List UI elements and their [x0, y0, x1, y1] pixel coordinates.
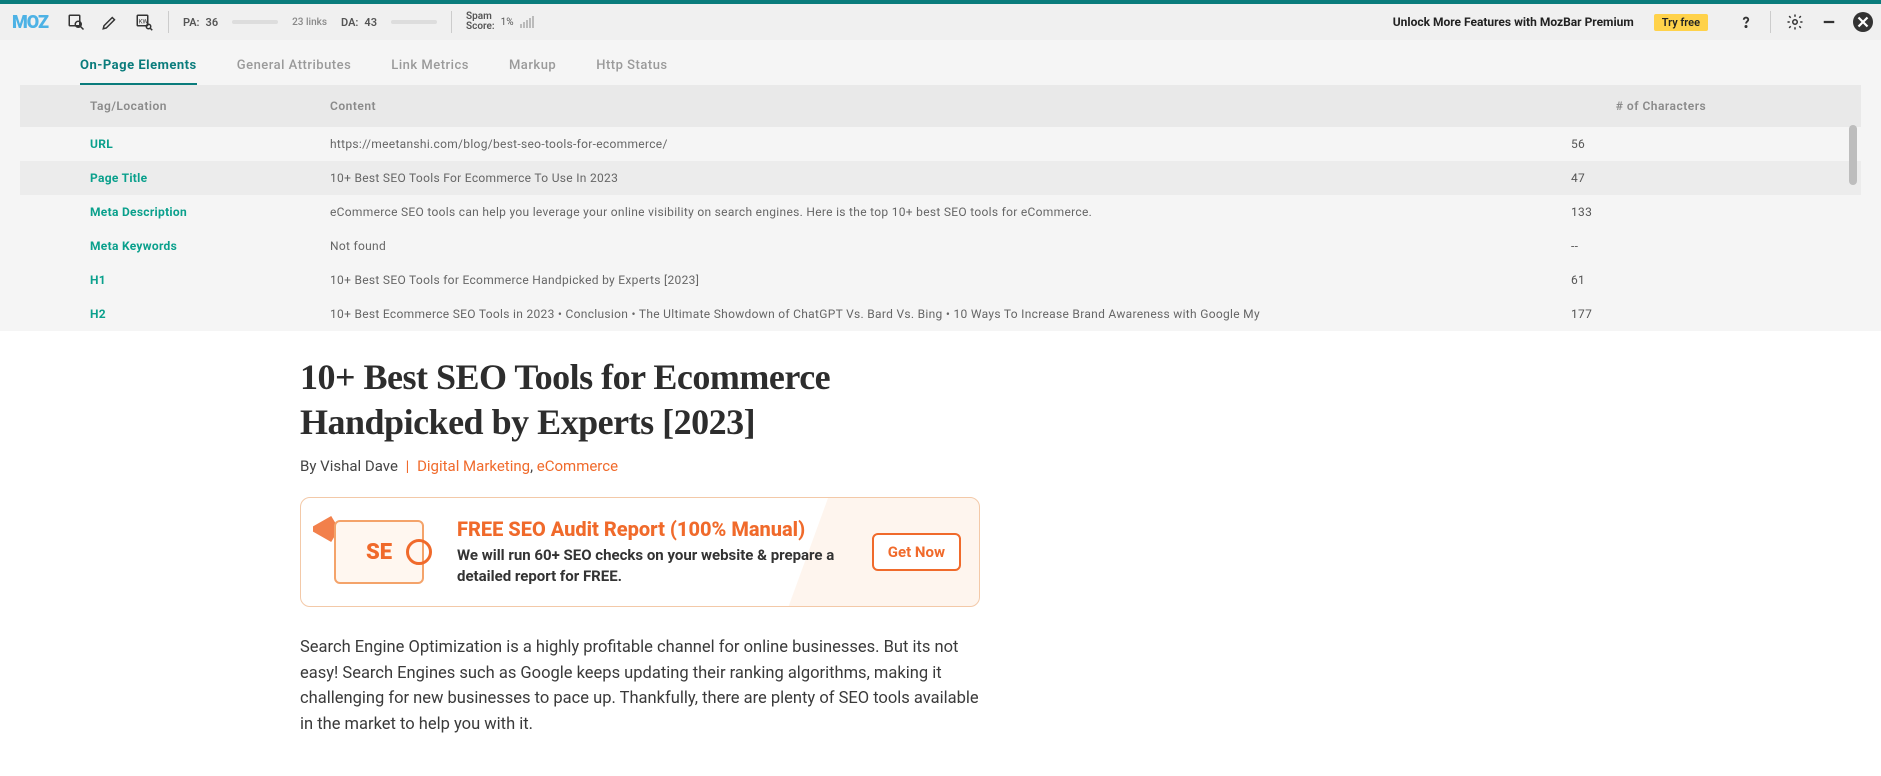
try-free-button[interactable]: Try free: [1654, 14, 1708, 31]
seo-audit-cta: SE FREE SEO Audit Report (100% Manual) W…: [300, 497, 980, 607]
article-content: 10+ Best SEO Tools for Ecommerce Handpic…: [300, 355, 980, 737]
article-byline: By Vishal Dave | Digital Marketing, eCom…: [300, 457, 980, 475]
spam-score-metric: SpamScore: 1%: [466, 12, 534, 32]
table-row: Meta Keywords Not found --: [20, 229, 1861, 263]
pa-value: 36: [206, 16, 219, 29]
da-value: 43: [364, 16, 377, 29]
domain-authority-metric: DA: 43: [341, 16, 377, 29]
table-row: URL https://meetanshi.com/blog/best-seo-…: [20, 127, 1861, 161]
row-tag: H2: [90, 307, 330, 321]
category-link-2[interactable]: eCommerce: [537, 457, 618, 475]
row-content: Not found: [330, 239, 1531, 253]
header-content: Content: [330, 99, 1531, 113]
tab-link-metrics[interactable]: Link Metrics: [391, 58, 469, 85]
row-chars: 47: [1531, 171, 1791, 185]
panel-scrollbar[interactable]: [1849, 125, 1857, 185]
tab-general-attributes[interactable]: General Attributes: [237, 58, 352, 85]
header-characters: # of Characters: [1531, 99, 1791, 113]
row-content: 10+ Best SEO Tools For Ecommerce To Use …: [330, 171, 1531, 185]
get-now-button[interactable]: Get Now: [872, 533, 961, 571]
tab-markup[interactable]: Markup: [509, 58, 556, 85]
spam-value: 1%: [501, 17, 514, 28]
spam-bars-icon: [520, 16, 534, 28]
separator: [451, 11, 452, 33]
elements-table: Tag/Location Content # of Characters URL…: [20, 85, 1861, 331]
row-content: https://meetanshi.com/blog/best-seo-tool…: [330, 137, 1531, 151]
category-link-1[interactable]: Digital Marketing: [417, 457, 530, 475]
tab-on-page-elements[interactable]: On-Page Elements: [80, 58, 197, 85]
table-row: Page Title 10+ Best SEO Tools For Ecomme…: [20, 161, 1861, 195]
table-header-row: Tag/Location Content # of Characters: [20, 85, 1861, 127]
separator: [1770, 11, 1771, 33]
row-content: 10+ Best Ecommerce SEO Tools in 2023 • C…: [330, 307, 1531, 321]
highlight-icon[interactable]: [100, 12, 120, 32]
cta-title: FREE SEO Audit Report (100% Manual): [457, 517, 854, 541]
row-tag: URL: [90, 137, 330, 151]
row-tag: Page Title: [90, 171, 330, 185]
row-content: eCommerce SEO tools can help you leverag…: [330, 205, 1531, 219]
cta-subtitle: We will run 60+ SEO checks on your websi…: [457, 545, 854, 587]
page-authority-metric: PA: 36: [183, 16, 218, 29]
category-separator: ,: [530, 457, 537, 475]
article-title: 10+ Best SEO Tools for Ecommerce Handpic…: [300, 355, 980, 445]
pa-bar: [232, 20, 278, 24]
keyword-icon[interactable]: KW: [134, 12, 154, 32]
panel-tabs: On-Page Elements General Attributes Link…: [0, 40, 1881, 85]
row-chars: --: [1531, 239, 1791, 253]
mozbar-toolbar: MOZ KW PA: 36 23 links DA: 43 SpamScore:…: [0, 0, 1881, 40]
author-name: Vishal Dave: [320, 457, 398, 475]
header-tag-location: Tag/Location: [90, 99, 330, 113]
row-chars: 177: [1531, 307, 1791, 321]
cta-illustration: SE: [319, 512, 439, 592]
minimize-icon[interactable]: [1819, 12, 1839, 32]
byline-prefix: By: [300, 457, 320, 475]
separator: [168, 11, 169, 33]
settings-icon[interactable]: [1785, 12, 1805, 32]
page-analysis-icon[interactable]: [66, 12, 86, 32]
pa-label: PA:: [183, 16, 200, 29]
byline-separator: |: [406, 457, 410, 475]
seo-box-icon: SE: [334, 520, 424, 584]
close-icon[interactable]: [1853, 12, 1873, 32]
row-chars: 56: [1531, 137, 1791, 151]
row-tag: H1: [90, 273, 330, 287]
row-content: 10+ Best SEO Tools for Ecommerce Handpic…: [330, 273, 1531, 287]
spam-label: SpamScore:: [466, 12, 495, 32]
moz-logo: MOZ: [8, 12, 52, 33]
row-tag: Meta Keywords: [90, 239, 330, 253]
row-tag: Meta Description: [90, 205, 330, 219]
tab-http-status[interactable]: Http Status: [596, 58, 667, 85]
table-row: H1 10+ Best SEO Tools for Ecommerce Hand…: [20, 263, 1861, 297]
table-row: Meta Description eCommerce SEO tools can…: [20, 195, 1861, 229]
article-paragraph: Search Engine Optimization is a highly p…: [300, 635, 980, 737]
da-bar: [391, 20, 437, 24]
row-chars: 133: [1531, 205, 1791, 219]
table-row: H2 10+ Best Ecommerce SEO Tools in 2023 …: [20, 297, 1861, 331]
row-chars: 61: [1531, 273, 1791, 287]
premium-upsell-text: Unlock More Features with MozBar Premium: [1393, 15, 1634, 29]
help-icon[interactable]: [1736, 12, 1756, 32]
mozbar-panel: On-Page Elements General Attributes Link…: [0, 40, 1881, 331]
links-count[interactable]: 23 links: [292, 17, 327, 28]
cta-text: FREE SEO Audit Report (100% Manual) We w…: [457, 517, 854, 587]
da-label: DA:: [341, 16, 358, 29]
